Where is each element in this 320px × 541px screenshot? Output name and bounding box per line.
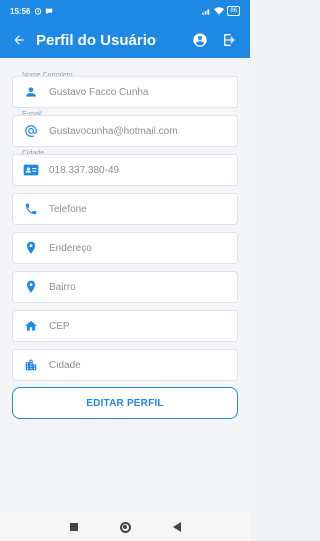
back-arrow-icon[interactable] xyxy=(8,29,30,51)
email-field[interactable]: Gustavocunha@hotmail.com xyxy=(12,115,238,147)
profile-form: Nome Completo Gustavo Facco Cunha E-mail… xyxy=(0,58,250,513)
account-circle-icon[interactable] xyxy=(188,28,212,52)
telefone-placeholder: Telefone xyxy=(49,203,87,215)
cpf-field[interactable]: 018.337.380-49 xyxy=(12,154,238,186)
endereco-field[interactable]: Endereço xyxy=(12,232,238,264)
edit-profile-button[interactable]: EDITAR PERFIL xyxy=(12,387,238,419)
app-bar: Perfil do Usuário xyxy=(0,22,250,58)
city-icon xyxy=(13,358,49,372)
person-icon xyxy=(13,85,49,99)
cidade-field[interactable]: Cidade xyxy=(12,349,238,381)
nome-value: Gustavo Facco Cunha xyxy=(49,86,149,98)
page-title: Perfil do Usuário xyxy=(36,31,157,49)
home-icon xyxy=(13,319,49,333)
alarm-icon xyxy=(35,8,42,15)
email-value: Gustavocunha@hotmail.com xyxy=(49,125,178,137)
endereco-placeholder: Endereço xyxy=(49,242,92,254)
status-time: 15:56 xyxy=(10,6,31,16)
status-bar: 15:56 86 xyxy=(0,0,250,22)
telefone-field[interactable]: Telefone xyxy=(12,193,238,225)
nome-field[interactable]: Gustavo Facco Cunha xyxy=(12,76,238,108)
back-nav-icon[interactable] xyxy=(172,522,181,532)
bairro-placeholder: Bairro xyxy=(49,281,76,293)
cidade-placeholder: Cidade xyxy=(49,359,81,371)
location-pin-icon xyxy=(13,241,49,255)
logout-icon[interactable] xyxy=(218,28,242,52)
bairro-field[interactable]: Bairro xyxy=(12,271,238,303)
signal-icon xyxy=(202,9,210,15)
system-nav-bar xyxy=(0,513,250,541)
battery-icon: 86 xyxy=(227,6,240,16)
home-nav-icon[interactable] xyxy=(119,521,131,533)
cpf-value: 018.337.380-49 xyxy=(49,164,120,176)
phone-icon xyxy=(13,202,49,216)
cep-field[interactable]: CEP xyxy=(12,310,238,342)
cep-placeholder: CEP xyxy=(49,320,70,332)
at-icon xyxy=(13,124,49,138)
location-pin-icon xyxy=(13,280,49,294)
chat-icon xyxy=(46,8,53,15)
wifi-icon xyxy=(214,7,225,15)
recents-icon[interactable] xyxy=(69,523,78,531)
status-notification-icons xyxy=(34,7,53,15)
status-system-icons: 86 xyxy=(202,6,240,16)
id-card-icon xyxy=(13,163,49,177)
